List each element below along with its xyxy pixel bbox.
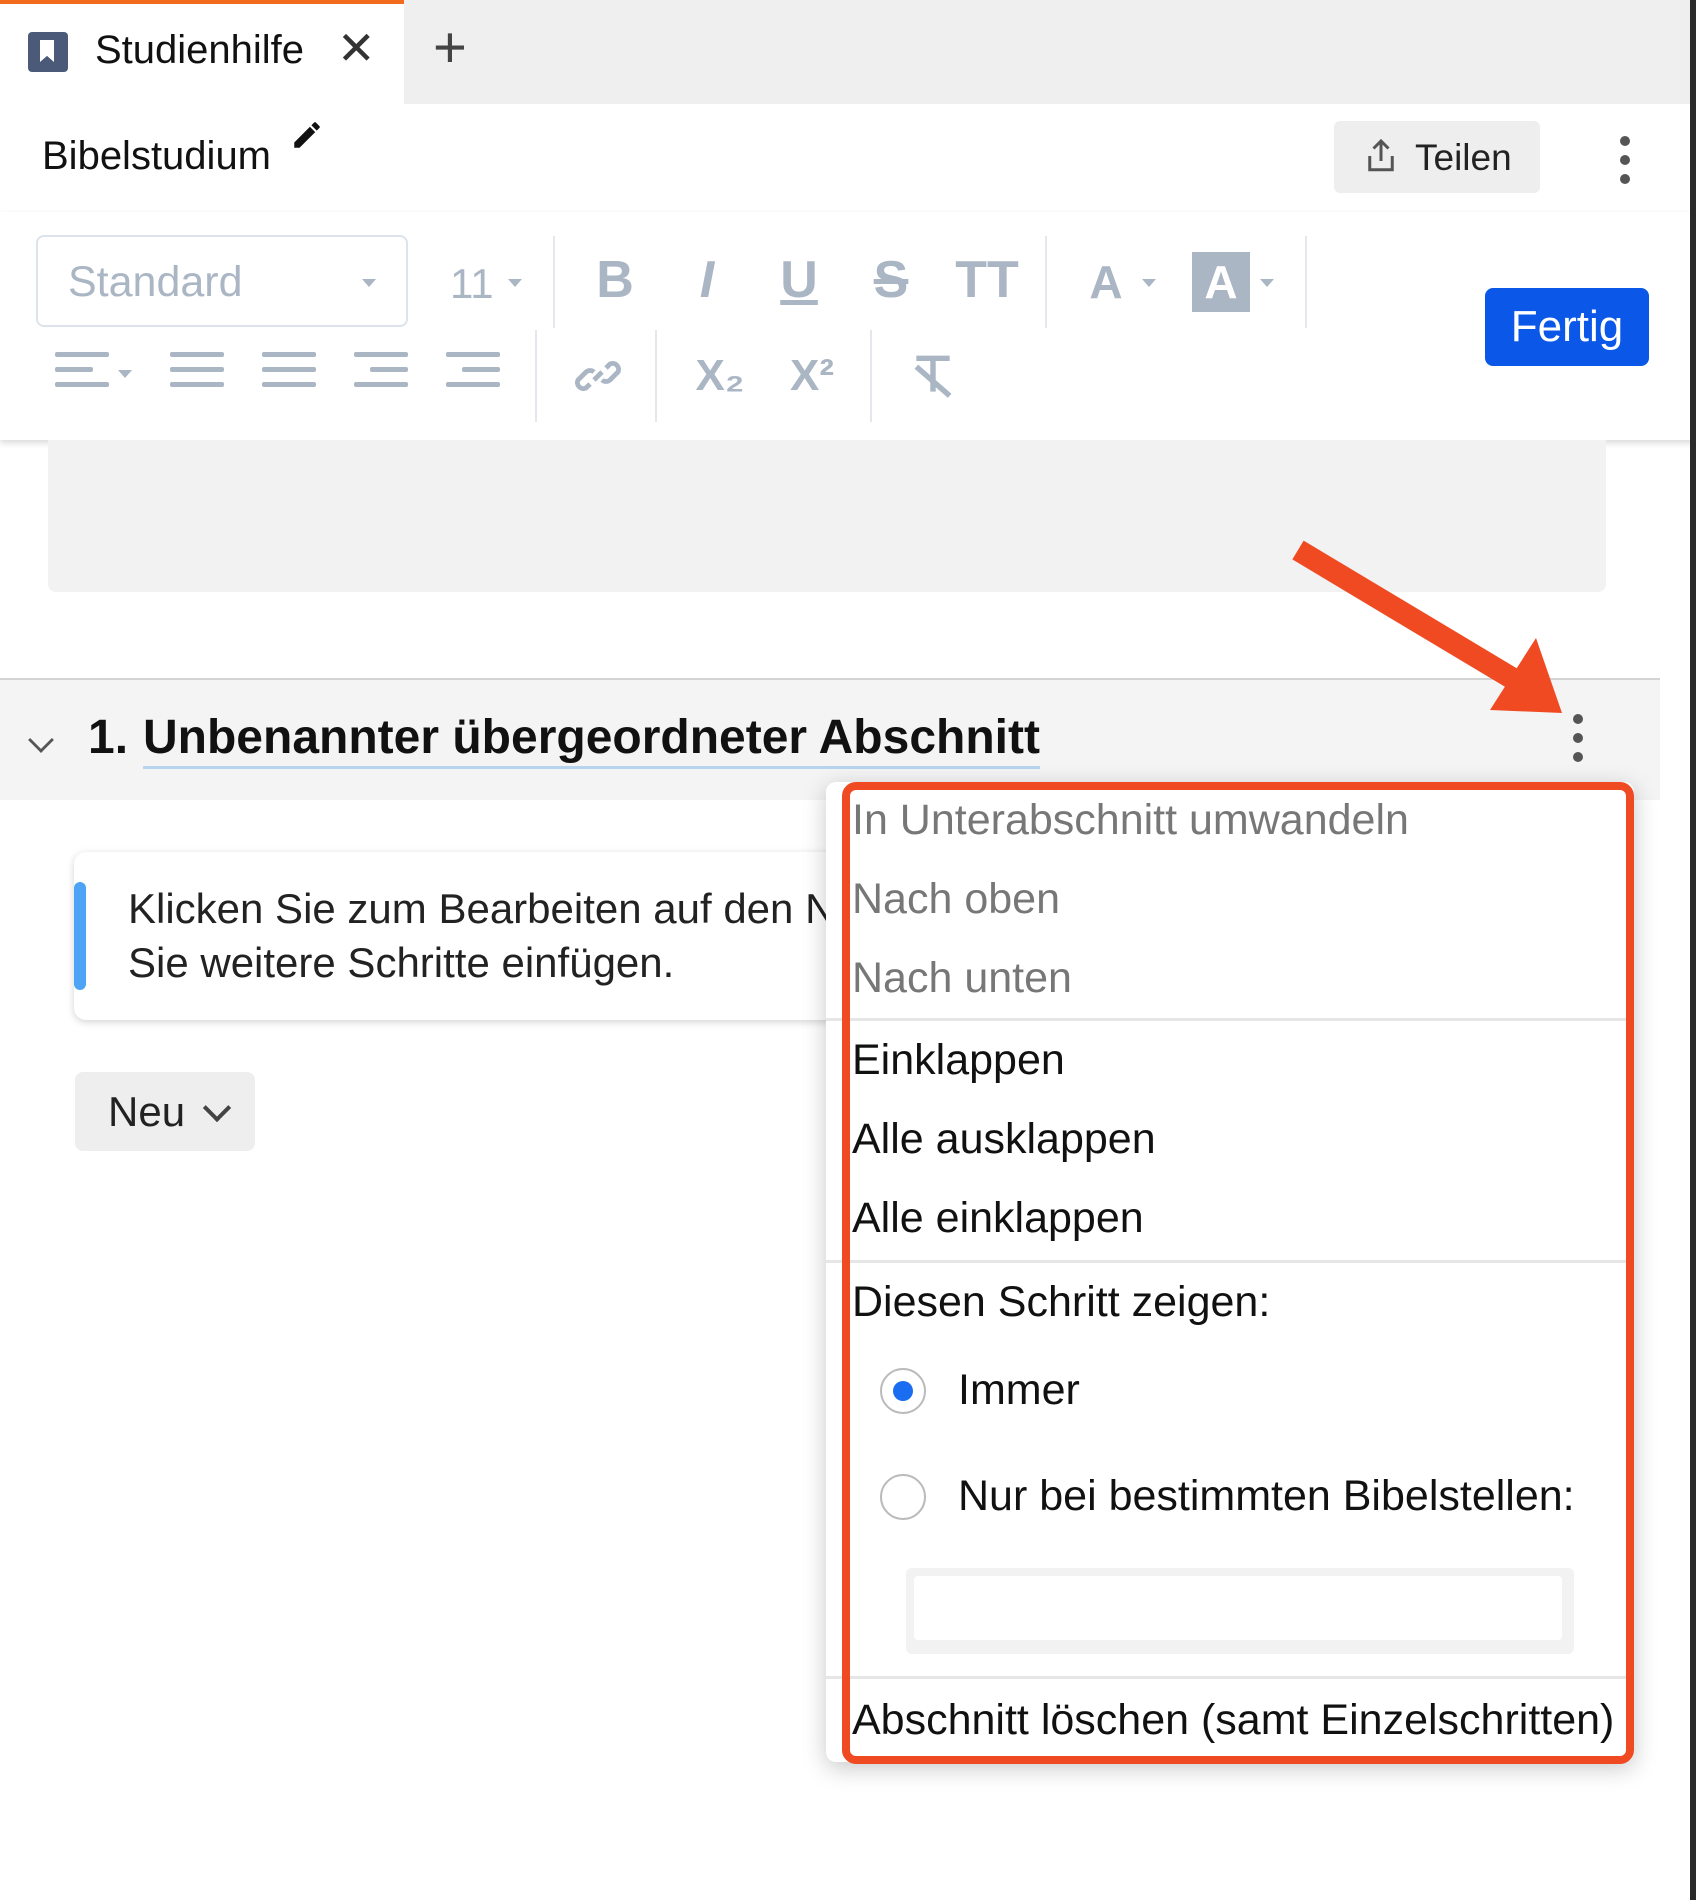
toolbar-divider — [655, 330, 657, 422]
share-icon — [1368, 138, 1394, 172]
text-case-button[interactable]: TT — [952, 250, 1022, 310]
menu-item-move-down[interactable]: Nach unten — [852, 950, 1072, 1006]
hint-accent-bar — [74, 882, 86, 990]
menu-divider — [826, 1260, 1634, 1263]
clear-formatting-icon[interactable] — [908, 350, 958, 400]
toolbar-divider — [1045, 236, 1047, 328]
tab-title: Studienhilfe — [95, 28, 305, 72]
bookmark-icon — [28, 32, 68, 72]
radio-always[interactable] — [880, 1368, 926, 1414]
pencil-icon[interactable] — [290, 118, 324, 152]
outdent-icon[interactable] — [354, 352, 408, 397]
show-step-label: Diesen Schritt zeigen: — [852, 1278, 1271, 1326]
paragraph-style-value: Standard — [68, 258, 243, 306]
reference-input-wrapper — [906, 1568, 1574, 1654]
font-color-button[interactable]: A — [1088, 252, 1124, 312]
link-icon[interactable] — [574, 352, 622, 400]
radio-specific-label[interactable]: Nur bei bestimmten Bibelstellen: — [958, 1468, 1575, 1524]
menu-item-convert[interactable]: In Unterabschnitt umwandeln — [852, 792, 1409, 848]
section-title[interactable]: Unbenannter übergeordneter Abschnitt — [143, 710, 1040, 769]
section-context-menu: In Unterabschnitt umwandeln Nach oben Na… — [826, 782, 1634, 1762]
font-size-select[interactable]: 11 — [450, 254, 494, 314]
radio-specific-references[interactable] — [880, 1474, 926, 1520]
menu-item-move-up[interactable]: Nach oben — [852, 871, 1060, 927]
close-icon[interactable]: ✕ — [337, 22, 376, 74]
toolbar-divider — [553, 236, 555, 328]
add-tab-icon[interactable]: + — [433, 18, 467, 78]
document-title[interactable]: Bibelstudium — [42, 130, 271, 182]
toolbar-divider — [870, 330, 872, 422]
numbered-list-icon[interactable] — [262, 352, 316, 397]
menu-divider — [826, 1018, 1634, 1021]
window-edge — [1690, 0, 1696, 1900]
menu-divider — [826, 1676, 1634, 1679]
chevron-down-icon — [118, 370, 132, 378]
section-number: 1. — [88, 711, 129, 764]
bullet-list-icon[interactable] — [170, 352, 224, 397]
chevron-down-icon — [1142, 279, 1156, 287]
menu-item-collapse-all[interactable]: Alle einklappen — [852, 1190, 1144, 1246]
section-more-options-icon[interactable] — [1573, 714, 1583, 771]
underline-button[interactable]: U — [774, 250, 824, 310]
align-left-icon[interactable] — [55, 352, 109, 397]
toolbar-divider — [1305, 236, 1307, 328]
reference-input[interactable] — [914, 1576, 1562, 1640]
subscript-button[interactable]: X₂ — [690, 346, 750, 406]
chevron-down-icon — [1260, 279, 1274, 287]
menu-item-collapse[interactable]: Einklappen — [852, 1032, 1065, 1088]
superscript-button[interactable]: X² — [782, 346, 842, 406]
more-options-icon[interactable] — [1620, 136, 1630, 193]
share-label: Teilen — [1415, 137, 1512, 178]
toolbar-divider — [535, 330, 537, 422]
annotation-arrow-icon — [1292, 540, 1562, 713]
done-button[interactable]: Fertig — [1485, 288, 1649, 366]
bold-button[interactable]: B — [590, 250, 640, 310]
chevron-down-icon — [362, 279, 376, 287]
chevron-down-icon — [508, 279, 522, 287]
new-button-label: Neu — [108, 1088, 186, 1135]
menu-item-expand-all[interactable]: Alle ausklappen — [852, 1111, 1156, 1167]
radio-always-label[interactable]: Immer — [958, 1362, 1080, 1418]
indent-icon[interactable] — [446, 352, 500, 397]
highlight-color-button[interactable]: A — [1192, 252, 1250, 312]
menu-item-delete-section[interactable]: Abschnitt löschen (samt Einzelschritten) — [852, 1692, 1614, 1748]
strikethrough-button[interactable]: S — [866, 250, 916, 310]
italic-button[interactable]: I — [682, 250, 732, 310]
